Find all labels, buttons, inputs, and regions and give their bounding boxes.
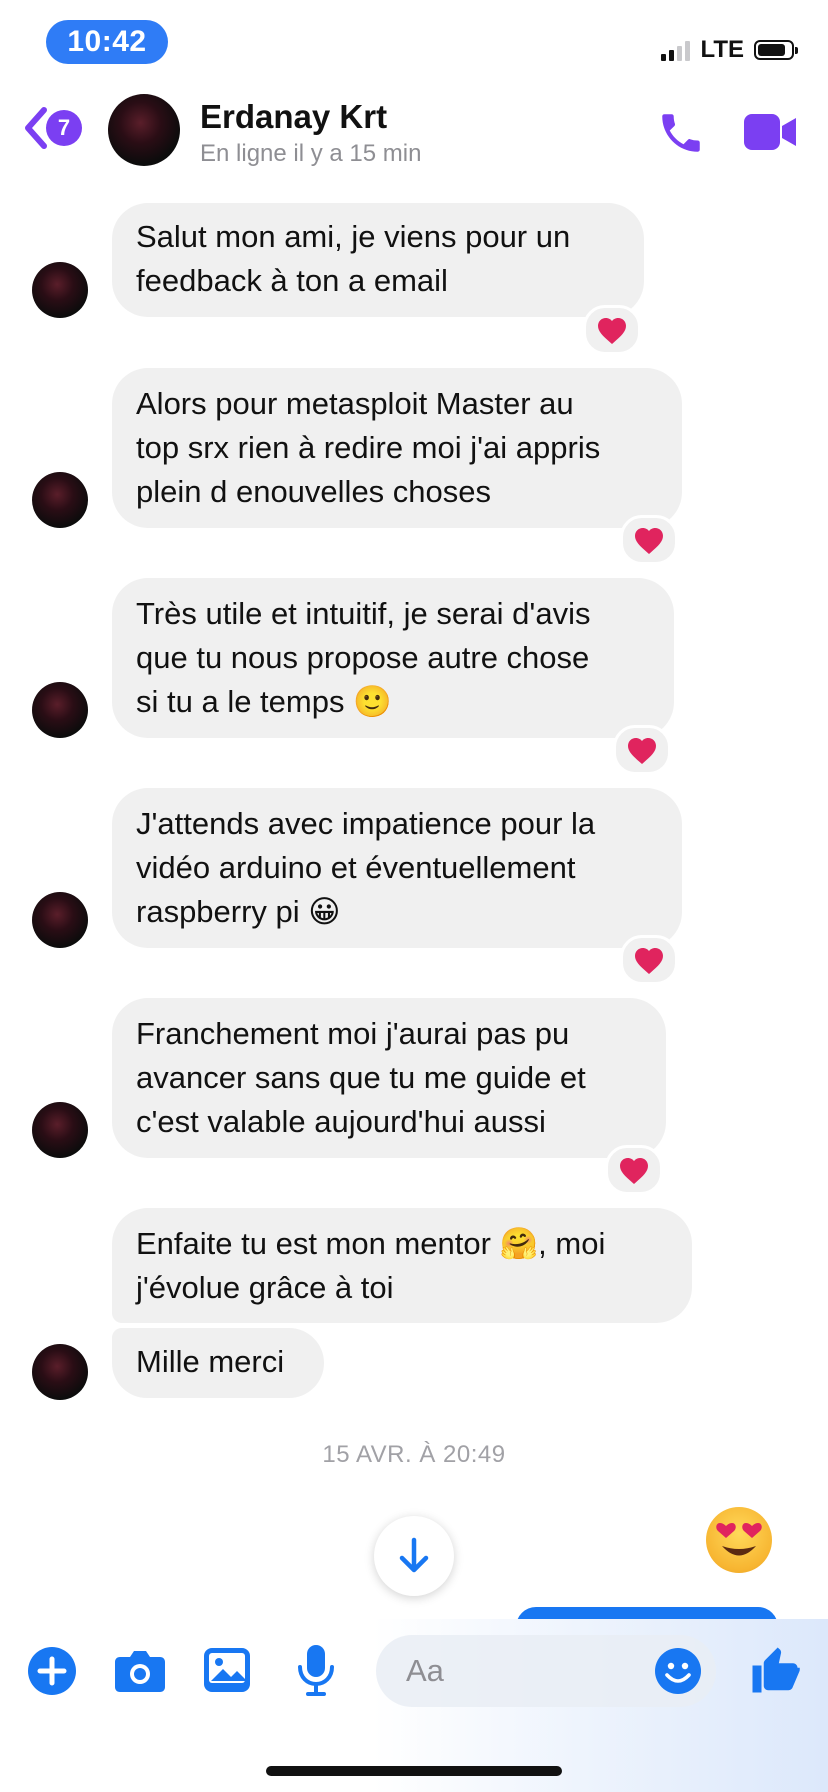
- thumbs-up-icon: [752, 1647, 800, 1693]
- add-button[interactable]: [28, 1647, 76, 1700]
- message-input[interactable]: Aa: [376, 1635, 716, 1707]
- emoji-button[interactable]: [654, 1647, 702, 1700]
- status-icons: LTE: [661, 36, 798, 64]
- message-bubble[interactable]: Franchement moi j'aurai pas pu avancer s…: [112, 998, 666, 1158]
- phone-icon: [662, 114, 700, 152]
- presence-status: En ligne il y a 15 min: [200, 140, 422, 167]
- voice-button[interactable]: [296, 1643, 336, 1702]
- message-bubble[interactable]: Enfaite tu est mon mentor 🤗, moi j'évolu…: [112, 1208, 692, 1323]
- microphone-icon: [298, 1645, 334, 1696]
- scroll-to-bottom-button[interactable]: [374, 1516, 454, 1596]
- image-icon: [204, 1648, 250, 1692]
- network-label: LTE: [700, 36, 744, 63]
- message-bubble[interactable]: Alors pour metasploit Master au top srx …: [112, 368, 682, 528]
- camera-icon: [115, 1651, 165, 1692]
- heart-reaction[interactable]: [583, 305, 641, 355]
- video-camera-icon: [744, 114, 796, 150]
- heart-icon: [635, 528, 663, 554]
- home-indicator: [266, 1766, 562, 1776]
- heart-icon: [635, 948, 663, 974]
- message-bubble[interactable]: Salut mon ami, je viens pour un feedback…: [112, 203, 644, 317]
- contact-avatar[interactable]: [108, 94, 180, 166]
- message-timestamp: 15 AVR. À 20:49: [322, 1441, 506, 1468]
- back-button[interactable]: 7: [22, 106, 82, 150]
- status-time: 10:42: [46, 20, 168, 64]
- heart-icon: [628, 738, 656, 764]
- like-button[interactable]: [748, 1643, 802, 1702]
- audio-call-button[interactable]: [656, 108, 706, 163]
- gallery-button[interactable]: [203, 1647, 251, 1698]
- heart-icon: [620, 1158, 648, 1184]
- camera-button[interactable]: [114, 1649, 166, 1698]
- heart-reaction[interactable]: [620, 935, 678, 985]
- heart-reaction[interactable]: [620, 515, 678, 565]
- message-bubble[interactable]: Très utile et intuitif, je serai d'avis …: [112, 578, 674, 738]
- sender-avatar[interactable]: [32, 682, 88, 738]
- message-input-placeholder: Aa: [406, 1653, 444, 1688]
- sender-avatar[interactable]: [32, 1344, 88, 1400]
- video-call-button[interactable]: [742, 112, 798, 157]
- heart-eyes-emoji-icon: [706, 1507, 772, 1573]
- conversation-header: 7 Erdanay Krt En ligne il y a 15 min: [0, 84, 828, 180]
- plus-icon: [28, 1647, 76, 1695]
- signal-icon: [661, 39, 691, 61]
- message-bubble[interactable]: Mille merci: [112, 1328, 324, 1398]
- contact-name[interactable]: Erdanay Krt: [200, 98, 387, 136]
- battery-icon: [754, 40, 798, 60]
- emoji-icon: [655, 1648, 701, 1694]
- heart-eyes-face: [716, 1523, 762, 1556]
- heart-reaction[interactable]: [613, 725, 671, 775]
- sender-avatar[interactable]: [32, 892, 88, 948]
- heart-reaction[interactable]: [605, 1145, 663, 1195]
- sender-avatar[interactable]: [32, 1102, 88, 1158]
- unread-badge: 7: [46, 110, 82, 146]
- sender-avatar[interactable]: [32, 472, 88, 528]
- message-bubble[interactable]: J'attends avec impatience pour la vidéo …: [112, 788, 682, 948]
- heart-icon: [598, 318, 626, 344]
- sender-avatar[interactable]: [32, 262, 88, 318]
- arrow-down-icon: [399, 1537, 429, 1573]
